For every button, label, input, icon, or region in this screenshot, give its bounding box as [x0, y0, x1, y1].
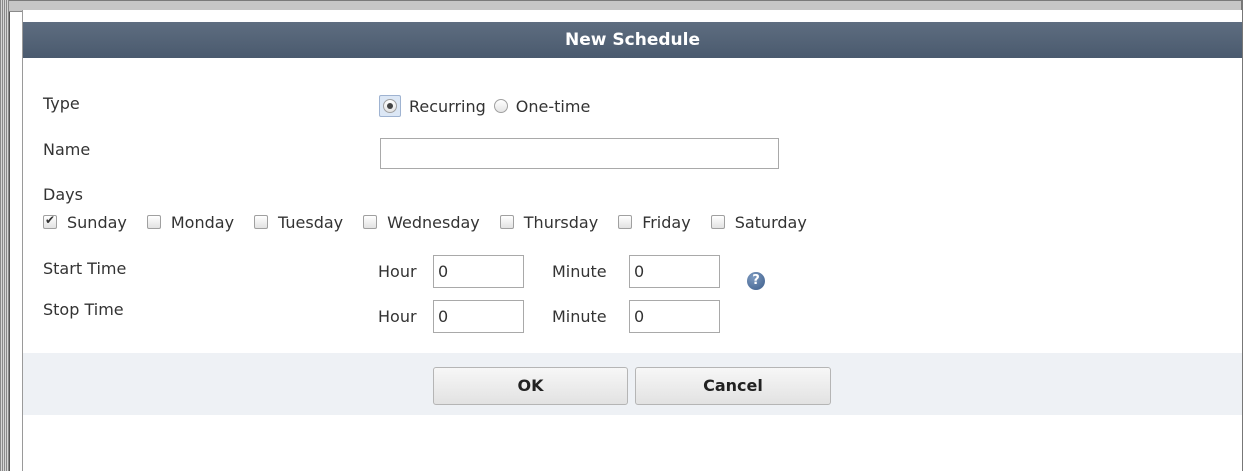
recurring-radio[interactable]	[383, 99, 397, 113]
button-bar: OK Cancel	[23, 353, 1242, 415]
start-time-label: Start Time	[43, 259, 127, 278]
start-minute-label: Minute	[552, 262, 607, 281]
one-time-radio[interactable]	[493, 99, 508, 113]
day-tuesday[interactable]: Tuesday	[254, 213, 343, 232]
tuesday-label[interactable]: Tuesday	[278, 213, 343, 232]
tuesday-checkbox[interactable]	[254, 215, 269, 229]
stop-minute-input[interactable]	[629, 300, 720, 333]
stop-hour-input[interactable]	[433, 300, 524, 333]
stop-hour-label: Hour	[378, 307, 417, 326]
thursday-checkbox[interactable]	[499, 215, 514, 229]
window-frame: New Schedule Type Recurring One-time Nam…	[0, 0, 1243, 471]
resize-handle-left[interactable]	[0, 0, 10, 471]
day-thursday[interactable]: Thursday	[499, 213, 598, 232]
stop-minute-label: Minute	[552, 307, 607, 326]
thursday-label[interactable]: Thursday	[524, 213, 598, 232]
cancel-button[interactable]: Cancel	[635, 367, 831, 405]
sunday-label[interactable]: Sunday	[67, 213, 127, 232]
wednesday-label[interactable]: Wednesday	[387, 213, 480, 232]
day-friday[interactable]: Friday	[618, 213, 691, 232]
start-hour-input[interactable]	[433, 255, 524, 288]
day-saturday[interactable]: Saturday	[710, 213, 807, 232]
one-time-label[interactable]: One-time	[516, 97, 591, 116]
recurring-label[interactable]: Recurring	[409, 97, 486, 116]
day-wednesday[interactable]: Wednesday	[363, 213, 480, 232]
sunday-checkbox[interactable]	[43, 213, 57, 229]
days-checkbox-group: Sunday Monday Tuesday Wednesday Thursday…	[43, 210, 827, 234]
question-icon[interactable]: ?	[747, 272, 765, 290]
name-input[interactable]	[380, 138, 779, 169]
dialog-title: New Schedule	[23, 22, 1242, 58]
days-label: Days	[43, 185, 83, 204]
start-hour-label: Hour	[378, 262, 417, 281]
type-label: Type	[43, 94, 80, 113]
wednesday-checkbox[interactable]	[363, 215, 378, 229]
ok-button[interactable]: OK	[433, 367, 628, 405]
start-minute-input[interactable]	[629, 255, 720, 288]
name-label: Name	[43, 140, 91, 159]
recurring-radio-wrapper[interactable]	[379, 95, 401, 117]
monday-label[interactable]: Monday	[171, 213, 234, 232]
saturday-checkbox[interactable]	[710, 215, 725, 229]
new-schedule-dialog: New Schedule Type Recurring One-time Nam…	[22, 10, 1242, 471]
day-monday[interactable]: Monday	[146, 213, 234, 232]
monday-checkbox[interactable]	[146, 215, 161, 229]
stop-time-label: Stop Time	[43, 300, 124, 319]
friday-label[interactable]: Friday	[642, 213, 691, 232]
saturday-label[interactable]: Saturday	[735, 213, 807, 232]
type-radio-group: Recurring One-time	[379, 93, 598, 119]
day-sunday[interactable]: Sunday	[43, 213, 127, 232]
friday-checkbox[interactable]	[618, 215, 633, 229]
